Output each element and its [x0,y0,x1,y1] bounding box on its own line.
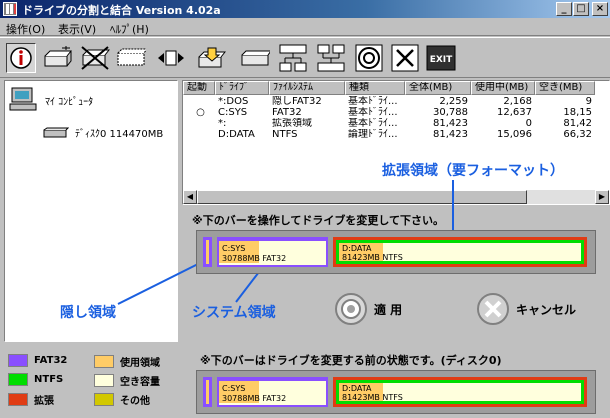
cancel-button[interactable]: キャンセル [476,292,576,326]
d-drive-name: D:DATA [342,244,372,253]
legend-label: FAT32 [34,355,68,366]
c-drive-info: 30788MB FAT32 [222,254,287,263]
before-instruction: ※下のバーはドライブを変更する前の状態です。(ディスク0) [200,354,502,367]
legend-label: その他 [120,396,150,407]
legend-item: NTFS [8,373,63,386]
partition-bar-before: C:SYS 30788MB FAT32 D:DATA 81423MB NTFS [196,370,596,414]
before-segment-d: D:DATA 81423MB NTFS [333,377,587,407]
legend-label: 拡張 [34,396,54,407]
apply-icon [335,293,367,325]
legend-label: NTFS [34,374,64,385]
before-d-info: 81423MB NTFS [342,393,403,402]
legend-item: 拡張 [8,392,54,407]
legend-swatch-free [94,374,114,387]
legend-swatch-other [94,393,114,406]
legend: FAT32 使用領域 NTFS 空き容量 拡張 その他 [4,346,196,412]
cancel-icon [477,293,509,325]
d-drive-info: 81423MB NTFS [342,253,403,262]
legend-item: 使用領域 [94,354,160,369]
before-segment-c: C:SYS 30788MB FAT32 [217,377,328,407]
before-c-info: 30788MB FAT32 [222,394,287,403]
legend-swatch-ntfs [8,373,28,386]
partition-segment-c[interactable]: C:SYS 30788MB FAT32 [217,237,328,267]
before-d-name: D:DATA [342,384,372,393]
apply-button[interactable]: 適 用 [334,292,402,326]
before-c-name: C:SYS [222,384,246,393]
cancel-label: キャンセル [516,302,577,317]
legend-item: その他 [94,392,150,407]
legend-swatch-extended [8,393,28,406]
partition-bar-editable: C:SYS 30788MB FAT32 D:DATA 81423MB NTFS [196,230,596,274]
legend-swatch-fat32 [8,354,28,367]
apply-label: 適 用 [374,302,403,317]
legend-swatch-used [94,355,114,368]
partition-segment-d[interactable]: D:DATA 81423MB NTFS [333,237,587,267]
partition-segment-hidden[interactable] [203,237,212,267]
c-drive-name: C:SYS [222,244,246,253]
legend-label: 使用領域 [120,358,160,369]
before-segment-hidden [203,377,212,407]
legend-item: 空き容量 [94,373,160,388]
legend-item: FAT32 [8,354,67,367]
legend-label: 空き容量 [120,377,160,388]
